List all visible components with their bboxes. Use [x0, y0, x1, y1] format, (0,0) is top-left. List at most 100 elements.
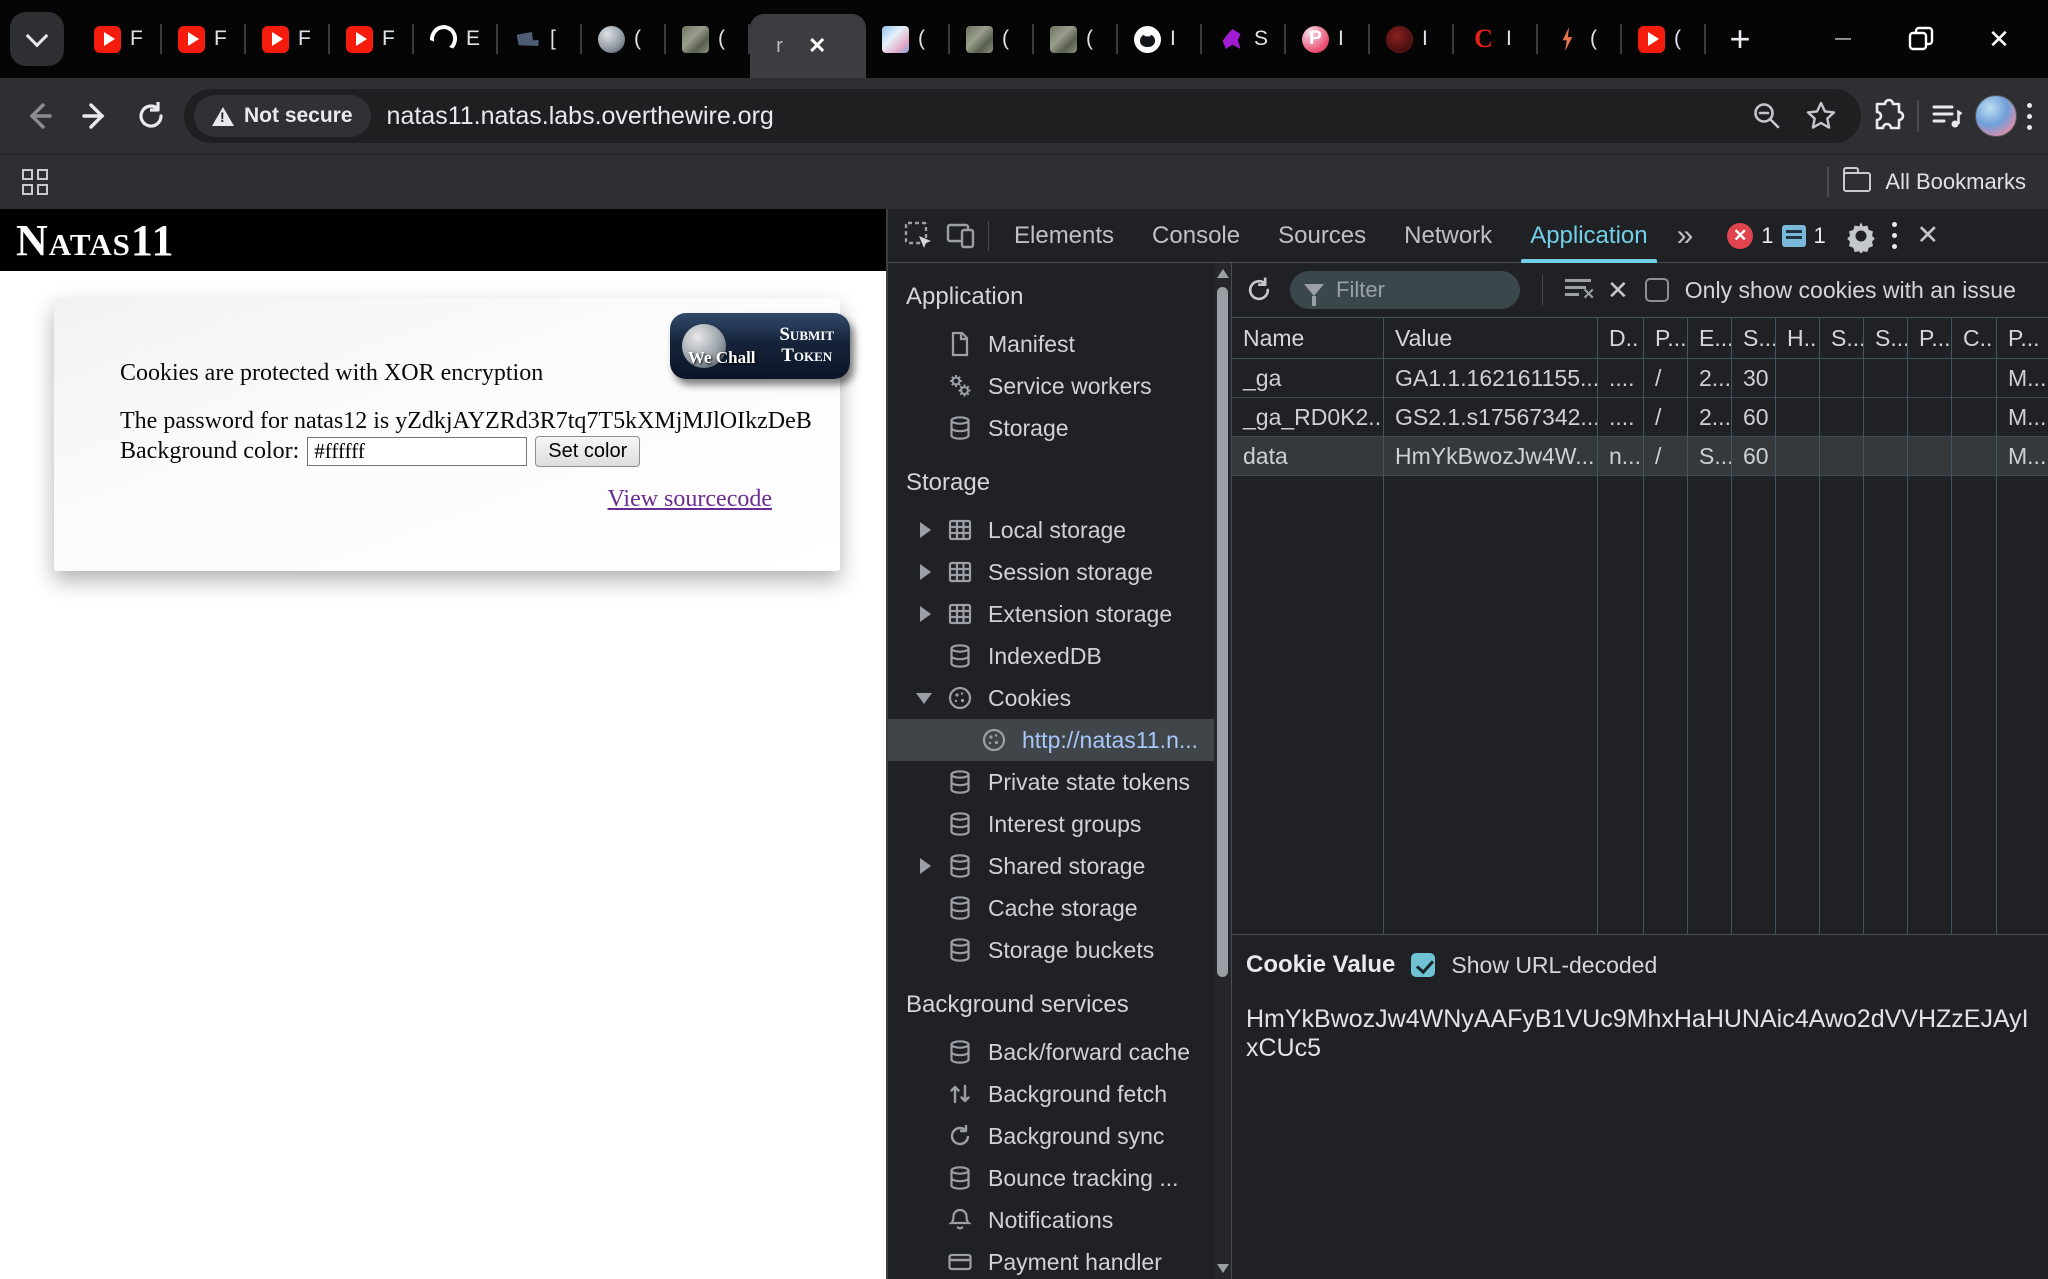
background-color-input[interactable]	[307, 437, 528, 466]
sidebar-item-background-fetch[interactable]: Background fetch	[888, 1073, 1214, 1115]
browser-menu-button[interactable]	[2027, 102, 2032, 130]
sidebar-item-payment-handler[interactable]: Payment handler	[888, 1241, 1214, 1279]
collapse-arrow-icon[interactable]	[920, 606, 931, 622]
url-text[interactable]: natas11.natas.labs.overthewire.org	[387, 102, 1735, 131]
cookie-cell[interactable]: M...	[1997, 359, 2048, 398]
column-header[interactable]: C..	[1952, 318, 1996, 359]
cookie-cell[interactable]: M...	[1997, 437, 2048, 476]
cookie-cell[interactable]	[1776, 359, 1819, 398]
cookie-cell[interactable]: _ga_RD0K2...	[1232, 398, 1383, 437]
devtools-settings-button[interactable]	[1840, 215, 1882, 257]
more-tabs-button[interactable]: »	[1667, 219, 1704, 253]
cookie-cell[interactable]: 30	[1732, 359, 1775, 398]
browser-tab[interactable]: CI	[1454, 0, 1538, 78]
cookie-cell[interactable]: M...	[1997, 398, 2048, 437]
sidebar-item-indexeddb[interactable]: IndexedDB	[888, 635, 1214, 677]
tab-search-button[interactable]	[10, 12, 64, 66]
browser-tab[interactable]: E	[414, 0, 498, 78]
cookie-cell[interactable]	[1820, 398, 1863, 437]
inspect-element-button[interactable]	[898, 215, 940, 257]
cookie-cell[interactable]	[1864, 359, 1907, 398]
site-security-chip[interactable]: Not secure	[194, 95, 371, 137]
reload-button[interactable]	[128, 93, 174, 139]
cookie-cell[interactable]	[1820, 437, 1863, 476]
new-tab-button[interactable]: +	[1714, 13, 1766, 65]
cookie-filter-input[interactable]: Filter	[1290, 271, 1520, 309]
browser-tab[interactable]: (	[666, 0, 750, 78]
column-header[interactable]: P...	[1644, 318, 1687, 359]
browser-tab[interactable]: I	[1370, 0, 1454, 78]
cookie-cell[interactable]: GS2.1.s17567342...	[1384, 398, 1597, 437]
minimize-button[interactable]: —	[1804, 0, 1882, 78]
cookie-cell[interactable]: 60	[1732, 437, 1775, 476]
cookie-cell[interactable]	[1776, 437, 1819, 476]
cookie-cell[interactable]: /	[1644, 359, 1687, 398]
address-bar[interactable]: Not secure natas11.natas.labs.overthewir…	[184, 89, 1861, 143]
devtools-tab-elements[interactable]: Elements	[995, 209, 1133, 263]
cookie-cell[interactable]: S...	[1688, 437, 1731, 476]
back-button[interactable]	[16, 93, 62, 139]
cookie-cell[interactable]: _ga	[1232, 359, 1383, 398]
browser-tab[interactable]: I	[1118, 0, 1202, 78]
show-url-decoded-checkbox[interactable]	[1411, 953, 1436, 977]
column-header[interactable]: P...	[1908, 318, 1951, 359]
column-header[interactable]: H..	[1776, 318, 1819, 359]
sidebar-item-notifications[interactable]: Notifications	[888, 1199, 1214, 1241]
sidebar-item-private-state-tokens[interactable]: Private state tokens	[888, 761, 1214, 803]
browser-tab[interactable]: PI	[1286, 0, 1370, 78]
device-toolbar-button[interactable]	[940, 215, 982, 257]
cookie-cell[interactable]	[1952, 359, 1996, 398]
column-header[interactable]: S...	[1820, 318, 1863, 359]
cookie-cell[interactable]: HmYkBwozJw4W...	[1384, 437, 1597, 476]
column-header[interactable]: S...	[1864, 318, 1907, 359]
cookie-cell[interactable]	[1952, 398, 1996, 437]
browser-tab[interactable]: [	[498, 0, 582, 78]
cookie-cell[interactable]	[1820, 359, 1863, 398]
column-header[interactable]: D..	[1598, 318, 1643, 359]
sidebar-item-background-sync[interactable]: Background sync	[888, 1115, 1214, 1157]
browser-tab[interactable]: F	[162, 0, 246, 78]
sidebar-item-http-natas11-n[interactable]: http://natas11.n...	[888, 719, 1214, 761]
browser-tab[interactable]: (	[1034, 0, 1118, 78]
sidebar-item-cookies[interactable]: Cookies	[888, 677, 1214, 719]
browser-tab[interactable]: (	[1622, 0, 1706, 78]
browser-tab[interactable]: (	[582, 0, 666, 78]
view-sourcecode-link[interactable]: View sourcecode	[608, 486, 772, 513]
column-header[interactable]: P...	[1997, 318, 2048, 359]
column-header[interactable]: Name	[1232, 318, 1383, 359]
sidebar-item-storage[interactable]: Storage	[888, 407, 1214, 449]
close-tab-icon[interactable]: ✕	[808, 33, 826, 59]
browser-tab[interactable]: F	[246, 0, 330, 78]
devtools-menu-button[interactable]	[1891, 222, 1897, 249]
browser-tab[interactable]: F	[330, 0, 414, 78]
bookmark-star-icon[interactable]	[1805, 100, 1837, 132]
error-badge-icon[interactable]: ✕	[1727, 222, 1754, 249]
cookie-cell[interactable]: n...	[1598, 437, 1643, 476]
sidebar-item-back-forward-cache[interactable]: Back/forward cache	[888, 1031, 1214, 1073]
column-header[interactable]: Value	[1384, 318, 1597, 359]
devtools-tab-sources[interactable]: Sources	[1259, 209, 1385, 263]
cookie-cell[interactable]	[1908, 398, 1951, 437]
sidebar-item-bounce-tracking[interactable]: Bounce tracking ...	[888, 1157, 1214, 1199]
delete-cookies-button[interactable]: ✕	[1607, 275, 1629, 306]
devtools-tab-console[interactable]: Console	[1133, 209, 1259, 263]
apps-grid-icon[interactable]	[22, 169, 48, 195]
sidebar-scrollbar[interactable]	[1214, 263, 1231, 1279]
collapse-arrow-icon[interactable]	[920, 564, 931, 580]
cookie-cell[interactable]	[1776, 398, 1819, 437]
cookie-cell[interactable]: ....	[1598, 398, 1643, 437]
forward-button[interactable]	[72, 93, 118, 139]
cookie-cell[interactable]: GA1.1.162161155...	[1384, 359, 1597, 398]
sidebar-item-cache-storage[interactable]: Cache storage	[888, 887, 1214, 929]
sidebar-item-extension-storage[interactable]: Extension storage	[888, 593, 1214, 635]
sidebar-item-session-storage[interactable]: Session storage	[888, 551, 1214, 593]
cookie-cell[interactable]: /	[1644, 437, 1687, 476]
sidebar-item-storage-buckets[interactable]: Storage buckets	[888, 929, 1214, 971]
wechall-submit-token-button[interactable]: We Chall Submit Token	[670, 313, 850, 379]
browser-tab-active[interactable]: r ✕	[750, 14, 866, 78]
cookie-cell[interactable]: ....	[1598, 359, 1643, 398]
media-controls-icon[interactable]	[1929, 98, 1965, 134]
cookie-cell[interactable]: 60	[1732, 398, 1775, 437]
cookie-cell[interactable]	[1908, 437, 1951, 476]
extensions-icon[interactable]	[1871, 98, 1907, 134]
